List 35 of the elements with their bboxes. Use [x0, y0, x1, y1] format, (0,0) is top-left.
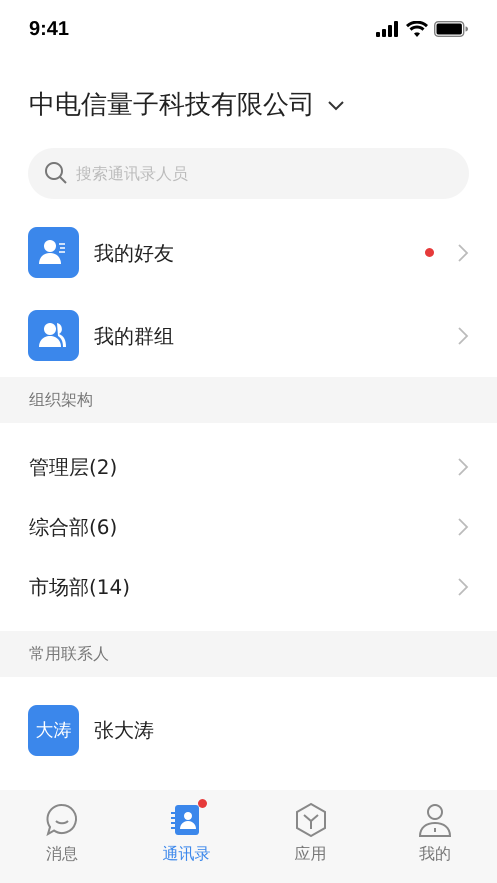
signal-icon: [376, 21, 400, 37]
row-label: 我的群组: [94, 322, 175, 350]
department-row[interactable]: 管理层(2): [0, 437, 497, 497]
tab[interactable]: 应用: [248, 802, 373, 866]
section-title: 组织架构: [29, 389, 93, 411]
chevron-right-icon: [457, 326, 469, 346]
company-title: 中电信量子科技有限公司: [29, 88, 315, 122]
status-time: 9:41: [29, 17, 70, 42]
avatar: 大涛: [28, 704, 79, 756]
contact-card-icon: [28, 227, 79, 278]
tab[interactable]: 我的: [372, 802, 497, 866]
battery-icon: [434, 21, 468, 37]
cube-icon: [294, 802, 328, 838]
section-title: 常用联系人: [29, 643, 109, 665]
department-row[interactable]: 市场部(14): [0, 557, 497, 617]
chevron-right-icon: [457, 577, 469, 597]
tab[interactable]: 消息: [0, 802, 124, 866]
department-label: 综合部(6): [29, 514, 118, 541]
chevron-right-icon: [457, 517, 469, 537]
group-icon: [28, 310, 79, 361]
chevron-right-icon: [457, 457, 469, 477]
contact-name: 张大涛: [94, 717, 154, 744]
wifi-icon: [406, 21, 428, 37]
department-row[interactable]: 综合部(6): [0, 497, 497, 557]
contact-row[interactable]: 大涛 张大涛: [0, 677, 497, 783]
department-label: 市场部(14): [29, 574, 130, 601]
person-icon: [418, 802, 452, 838]
department-label: 管理层(2): [29, 454, 118, 481]
chevron-down-icon[interactable]: [327, 99, 345, 111]
menu-row[interactable]: 我的好友: [0, 211, 497, 294]
row-label: 我的好友: [94, 240, 175, 266]
chat-bubble-icon: [45, 802, 80, 838]
search-field[interactable]: 搜索通讯录人员: [28, 148, 469, 199]
chevron-right-icon: [457, 242, 469, 262]
menu-row[interactable]: 我的群组: [0, 294, 497, 377]
